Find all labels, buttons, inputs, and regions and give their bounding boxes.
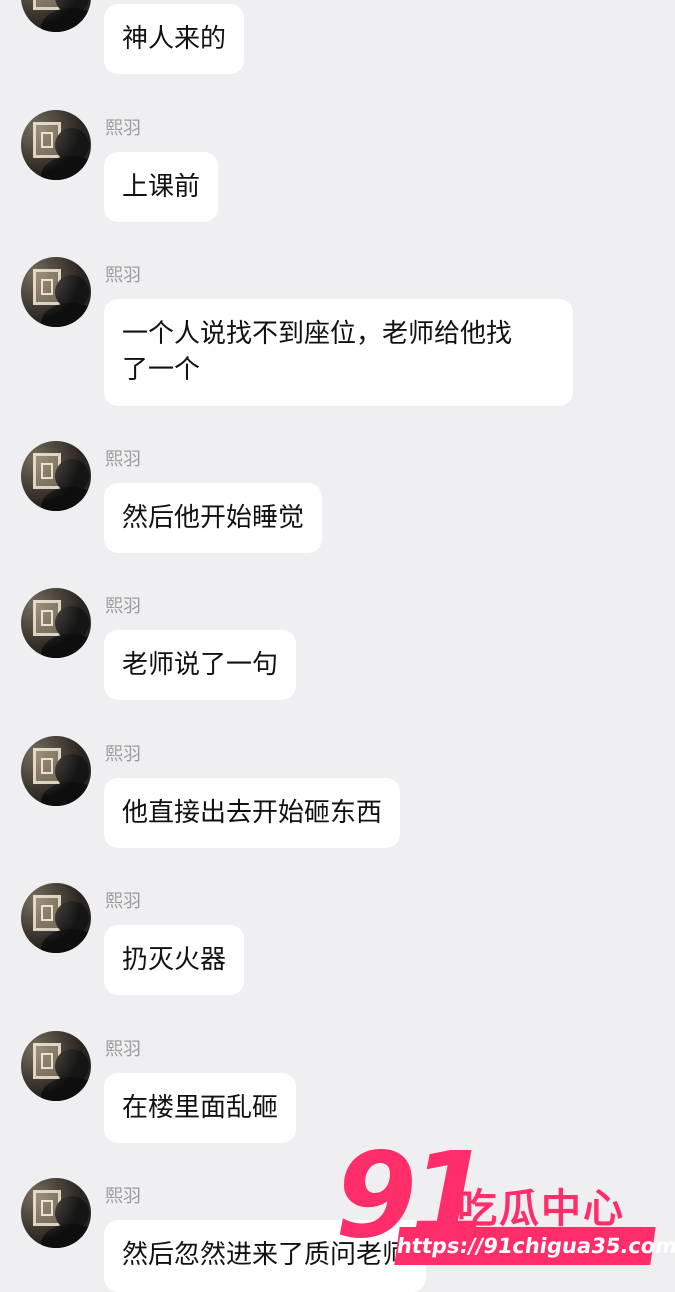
sender-avatar[interactable] xyxy=(21,883,91,953)
sender-name: 熙羽 xyxy=(105,1186,141,1207)
message-bubble[interactable]: 在楼里面乱砸 xyxy=(104,1073,297,1143)
sender-avatar[interactable] xyxy=(21,1178,91,1248)
message-bubble[interactable]: 然后忽然进来了质问老师 xyxy=(104,1220,427,1292)
message-bubble[interactable]: 扔灭火器 xyxy=(104,925,245,995)
message-bubble[interactable]: 上课前 xyxy=(104,152,219,222)
sender-avatar[interactable] xyxy=(21,0,91,32)
sender-avatar[interactable] xyxy=(21,441,91,511)
sender-avatar[interactable] xyxy=(21,588,91,658)
sender-name: 熙羽 xyxy=(105,1039,141,1060)
sender-avatar[interactable] xyxy=(21,736,91,806)
watermark-title: 吃瓜中心 xyxy=(457,1186,625,1232)
sender-avatar[interactable] xyxy=(21,1031,91,1101)
message-bubble[interactable]: 一个人说找不到座位，老师给他找 了一个 xyxy=(104,299,573,406)
message-bubble[interactable]: 他直接出去开始砸东西 xyxy=(104,778,401,848)
sender-name: 熙羽 xyxy=(105,744,141,765)
sender-name: 熙羽 xyxy=(105,265,141,286)
sender-name: 熙羽 xyxy=(105,449,141,470)
message-bubble[interactable]: 然后他开始睡觉 xyxy=(104,483,323,553)
message-bubble[interactable]: 老师说了一句 xyxy=(104,630,297,700)
sender-avatar[interactable] xyxy=(21,257,91,327)
message-bubble[interactable]: 神人来的 xyxy=(104,4,245,74)
sender-name: 熙羽 xyxy=(105,118,141,139)
sender-name: 熙羽 xyxy=(105,891,141,912)
sender-name: 熙羽 xyxy=(105,596,141,617)
sender-avatar[interactable] xyxy=(21,110,91,180)
watermark-url: https://91chigua35.com xyxy=(394,1227,675,1265)
